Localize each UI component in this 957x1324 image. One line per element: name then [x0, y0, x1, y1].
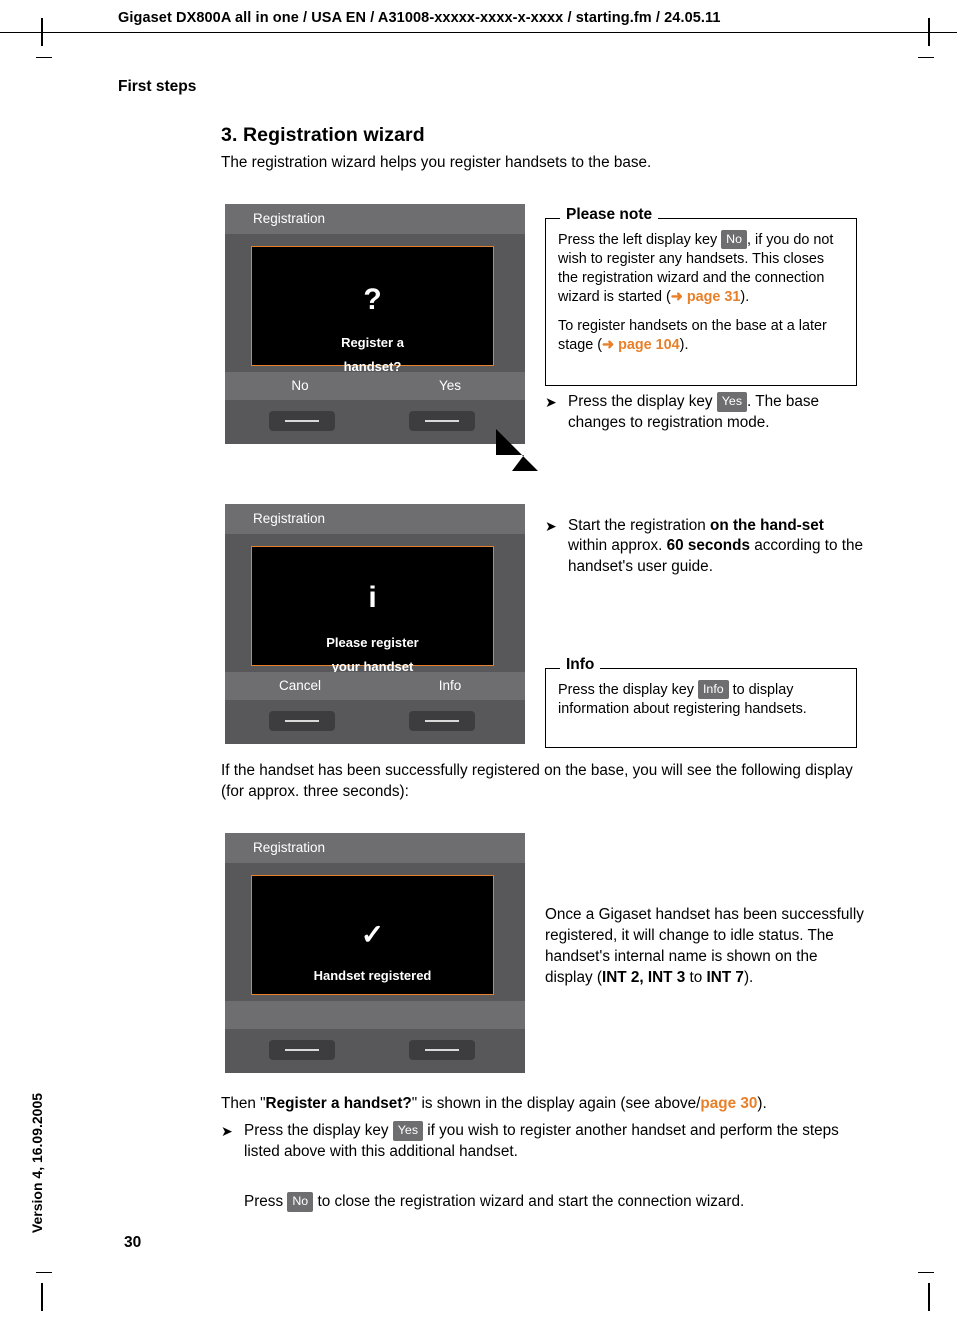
display-key-no-chip[interactable]: No: [721, 230, 748, 250]
left-display-key-3[interactable]: [269, 1040, 335, 1060]
info-note-body: Press the display key Info to display in…: [546, 669, 856, 729]
bullet2-text-b: on the hand-set: [710, 517, 824, 534]
info-note-box: Info Press the display key Info to displ…: [545, 656, 857, 748]
display-key-info-chip[interactable]: Info: [697, 680, 729, 700]
bullet-press-yes-text: Press the display key Yes. The base chan…: [568, 392, 860, 433]
pointer-arrow-icon: [474, 407, 538, 471]
bullet-register-another-text: Press the display key Yes if you wish to…: [244, 1121, 871, 1162]
display-softkey-bar-3: [225, 1001, 525, 1029]
bullet2-text-c: within approx.: [568, 537, 667, 555]
running-head: First steps: [118, 78, 197, 95]
bullet2-text-a: Start the registration: [568, 517, 710, 534]
crop-mark-bottom-right: [928, 1283, 930, 1311]
display-softkey-bar-2: Cancel Info: [225, 672, 525, 700]
page-31-link[interactable]: page 31: [687, 289, 741, 305]
note2-text-a: Press the display key: [558, 682, 698, 698]
page-title: 3. Registration wizard: [221, 124, 425, 146]
page-number: 30: [124, 1234, 142, 1251]
bullet-marker-icon: ➤: [545, 394, 557, 410]
softkey-label-yes[interactable]: Yes: [375, 372, 525, 400]
display-titlebar-3: Registration: [225, 833, 525, 863]
softkey-label-no[interactable]: No: [225, 372, 375, 400]
bullet-start-registration-text: Start the registration on the hand-set w…: [568, 516, 865, 577]
para4-text-a: Press: [244, 1193, 288, 1210]
arrow-glyph-icon: ➜: [670, 289, 683, 306]
bullet-marker-icon-2: ➤: [545, 518, 557, 534]
left-display-key[interactable]: [269, 411, 335, 431]
handset-display-please-register: Registration i Please register your hand…: [225, 504, 525, 744]
para2-text-e: ).: [743, 968, 754, 986]
bullet-press-yes: ➤ Press the display key Yes. The base ch…: [545, 392, 860, 433]
crop-tick-top-right: [918, 57, 934, 58]
intro-paragraph: The registration wizard helps you regist…: [221, 154, 652, 171]
display-key-yes-chip-2[interactable]: Yes: [392, 1121, 424, 1141]
display-screen-2: i Please register your handset: [251, 546, 494, 674]
bullet2-text-d: 60 seconds: [666, 537, 750, 555]
para2-text-d: INT 7: [706, 968, 744, 986]
para3-text-a: Then ": [221, 1095, 266, 1112]
bullet3-text-a: Press the display key: [244, 1122, 393, 1139]
bullet-start-registration: ➤ Start the registration on the hand-set…: [545, 516, 865, 577]
crop-tick-bottom-left: [36, 1272, 52, 1273]
please-note-paragraph-2: To register handsets on the base at a la…: [558, 317, 844, 355]
please-note-paragraph-1: Press the left display key No, if you do…: [558, 230, 844, 307]
display-line-1: Register a: [341, 335, 404, 350]
handset-display-handset-registered: Registration ✓ Handset registered: [225, 833, 525, 1073]
para3-text-c: " is shown in the display again (see abo…: [411, 1095, 701, 1112]
paragraph-idle-status: Once a Gigaset handset has been successf…: [545, 905, 865, 989]
please-note-body: Press the left display key No, if you do…: [546, 219, 856, 365]
crop-tick-top-left: [36, 57, 52, 58]
crop-tick-bottom-right: [918, 1272, 934, 1273]
left-display-key-2[interactable]: [269, 711, 335, 731]
arrow-glyph-icon-2: ➜: [602, 337, 615, 354]
right-display-key-3[interactable]: [409, 1040, 475, 1060]
document-page: Gigaset DX800A all in one / USA EN / A31…: [0, 0, 957, 1324]
info-icon: i: [368, 581, 377, 614]
version-sidebar-text: Version 4, 16.09.2005: [29, 1092, 45, 1234]
softkey-label-info[interactable]: Info: [375, 672, 525, 700]
info-note-title: Info: [560, 656, 601, 674]
please-note-box: Please note Press the left display key N…: [545, 206, 857, 386]
note1-text-e: ).: [679, 337, 689, 354]
para2-text-c: to: [685, 968, 707, 986]
question-mark-icon: ?: [363, 283, 382, 316]
right-display-key-2[interactable]: [409, 711, 475, 731]
display-titlebar-2: Registration: [225, 504, 525, 534]
paragraph-register-again: Then "Register a handset?" is shown in t…: [221, 1094, 891, 1115]
display-line-1-c: Handset registered: [313, 968, 432, 983]
checkmark-icon: ✓: [360, 919, 385, 950]
paragraph-successful-registration: If the handset has been successfully reg…: [221, 762, 853, 800]
header-rule: [0, 32, 957, 33]
display-line-1-b: Please register: [326, 635, 419, 650]
note1-text-a: Press the left display key: [558, 232, 722, 248]
info-note-paragraph: Press the display key Info to display in…: [558, 680, 844, 719]
display-titlebar: Registration: [225, 204, 525, 234]
document-header: Gigaset DX800A all in one / USA EN / A31…: [118, 10, 721, 26]
page-104-link[interactable]: page 104: [618, 337, 680, 353]
display-screen-3: ✓ Handset registered: [251, 875, 494, 995]
display-softkey-bar: No Yes: [225, 372, 525, 400]
para3-text-d: ).: [757, 1095, 767, 1112]
bullet-register-another-handset: ➤ Press the display key Yes if you wish …: [221, 1121, 871, 1162]
para2-text-b: INT 2, INT 3: [601, 968, 686, 986]
display-key-yes-chip[interactable]: Yes: [716, 392, 748, 412]
crop-mark-bottom-left: [41, 1283, 43, 1311]
bullet-marker-icon-3: ➤: [221, 1123, 233, 1139]
paragraph-close-wizard: Press No to close the registration wizar…: [244, 1192, 894, 1213]
display-screen: ? Register a handset?: [251, 246, 494, 374]
note1-text-d: To register handsets on the base at a la…: [558, 318, 827, 354]
para3-text-b: Register a handset?: [265, 1095, 412, 1112]
para4-text-b: to close the registration wizard and sta…: [313, 1193, 745, 1210]
bullet1-text-a: Press the display key: [568, 393, 717, 410]
note1-text-c: ).: [740, 289, 750, 306]
please-note-title: Please note: [560, 206, 659, 224]
display-key-no-chip-2[interactable]: No: [287, 1192, 314, 1212]
page-30-link[interactable]: page 30: [700, 1095, 757, 1112]
softkey-label-cancel[interactable]: Cancel: [225, 672, 375, 700]
